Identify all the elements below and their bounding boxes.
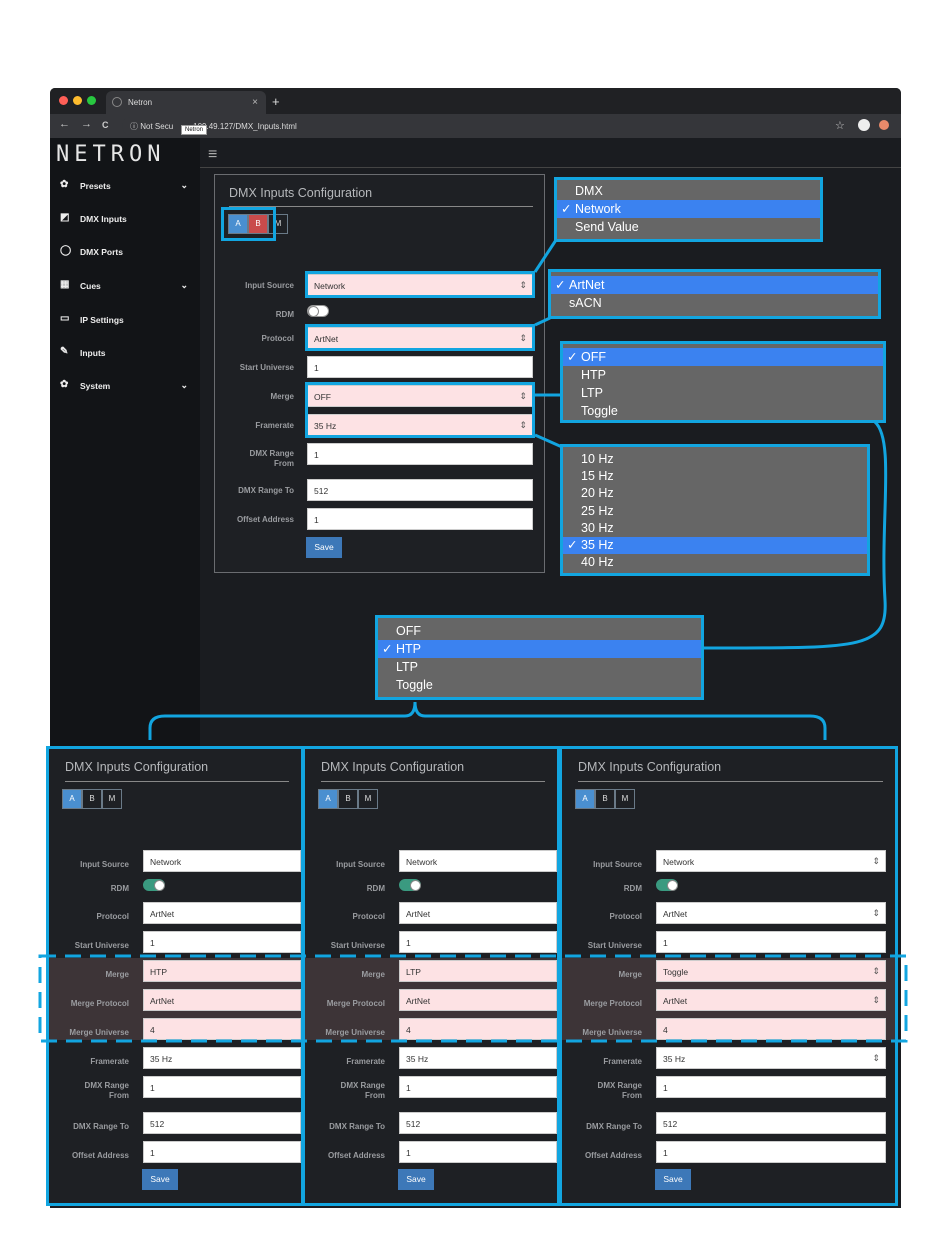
merge-dashed-highlight bbox=[38, 954, 908, 1043]
